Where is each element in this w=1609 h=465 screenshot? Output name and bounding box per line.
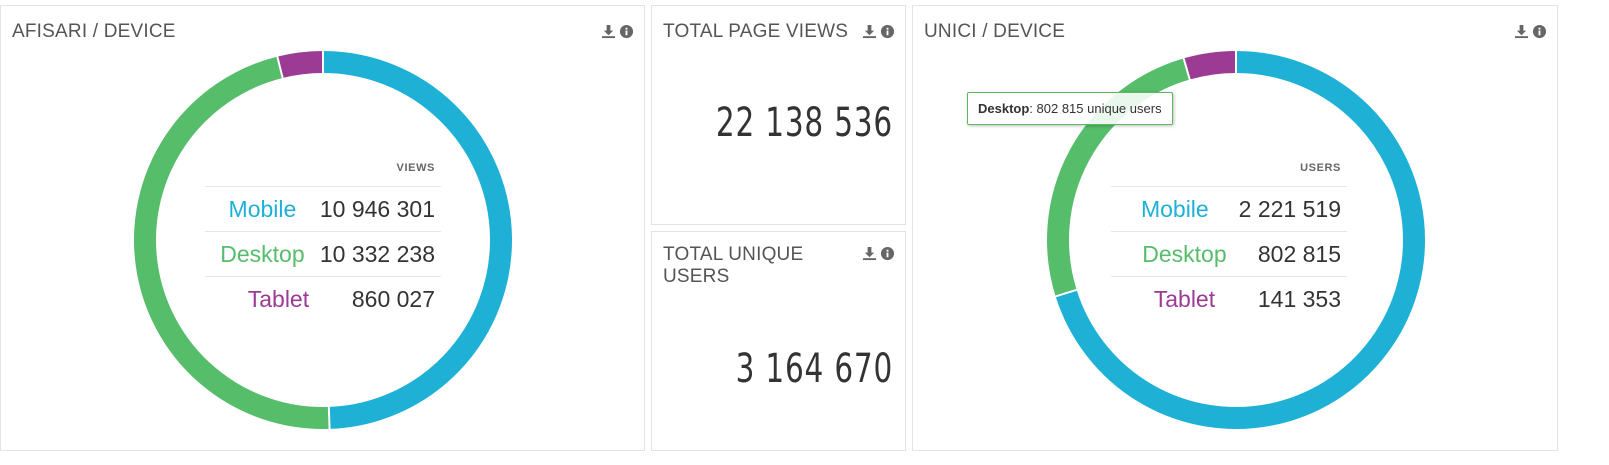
download-icon[interactable]	[601, 24, 616, 39]
legend-row-mobile: Mobile 10 946 301	[205, 186, 441, 231]
users-legend: USERS Mobile 2 221 519 Desktop 802 815 T…	[1111, 162, 1347, 321]
info-icon[interactable]	[1532, 24, 1547, 39]
legend-label-tablet: Tablet	[1153, 285, 1216, 312]
panel-tools	[862, 246, 895, 261]
views-by-device-panel: AFISARI / DEVICE VIEWS Mobile 10 946 301…	[0, 5, 645, 451]
panel-title: TOTAL UNIQUE USERS	[663, 244, 804, 287]
info-icon[interactable]	[880, 246, 895, 261]
legend-label-tablet: Tablet	[247, 285, 310, 312]
tooltip-text: : 802 815 unique users	[1029, 101, 1162, 116]
legend-header: VIEWS	[396, 162, 435, 174]
legend-label-desktop: Desktop	[1142, 240, 1227, 267]
legend-row-tablet: Tablet 860 027	[205, 276, 441, 321]
legend-row-tablet: Tablet 141 353	[1111, 276, 1347, 321]
total-unique-users-value: 3 164 670	[735, 346, 893, 392]
legend-value-tablet: 141 353	[1257, 285, 1341, 312]
panel-tools	[862, 24, 895, 39]
legend-row-desktop: Desktop 802 815	[1111, 231, 1347, 276]
legend-row-desktop: Desktop 10 332 238	[205, 231, 441, 276]
panel-tools	[1514, 24, 1547, 39]
chart-tooltip: Desktop: 802 815 unique users	[967, 92, 1173, 125]
legend-value-desktop: 802 815	[1257, 240, 1341, 267]
legend-label-mobile: Mobile	[228, 195, 297, 222]
legend-row-mobile: Mobile 2 221 519	[1111, 186, 1347, 231]
tooltip-series: Desktop	[978, 101, 1030, 116]
legend-label-desktop: Desktop	[220, 240, 305, 267]
download-icon[interactable]	[862, 246, 877, 261]
legend-value-mobile: 10 946 301	[319, 195, 435, 222]
donut-slice-separator	[327, 405, 331, 430]
info-icon[interactable]	[619, 24, 634, 39]
views-legend: VIEWS Mobile 10 946 301 Desktop 10 332 2…	[205, 162, 441, 321]
legend-value-desktop: 10 332 238	[319, 240, 435, 267]
total-page-views-panel: TOTAL PAGE VIEWS 22 138 536	[651, 5, 906, 225]
legend-value-mobile: 2 221 519	[1238, 195, 1341, 222]
panel-title: TOTAL PAGE VIEWS	[663, 21, 849, 42]
panel-tools	[601, 24, 634, 39]
donut-slice-tablet[interactable]	[1183, 51, 1237, 80]
uniques-by-device-panel: UNICI / DEVICE USERS Mobile 2 221 519 De…	[912, 5, 1558, 451]
total-unique-users-panel: TOTAL UNIQUE USERS 3 164 670	[651, 231, 906, 451]
download-icon[interactable]	[1514, 24, 1529, 39]
download-icon[interactable]	[862, 24, 877, 39]
legend-header: USERS	[1300, 162, 1341, 174]
legend-label-mobile: Mobile	[1140, 195, 1209, 222]
legend-value-tablet: 860 027	[351, 285, 435, 312]
info-icon[interactable]	[880, 24, 895, 39]
total-page-views-value: 22 138 536	[715, 100, 893, 146]
donut-slice-tablet[interactable]	[277, 51, 324, 79]
